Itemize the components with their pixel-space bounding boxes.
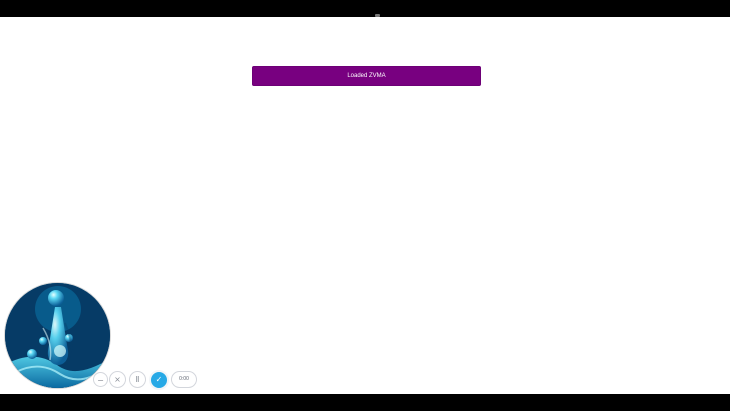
pause-recording-button[interactable]: Ⅱ [129,371,146,388]
minimize-icon: − [97,376,104,385]
primary-action-button[interactable]: Loaded ZVMA [252,66,481,86]
check-icon: ✓ [155,375,163,384]
recording-timer: 0:00 [171,371,197,388]
minimize-button[interactable]: − [93,372,108,387]
top-letterbox-bar [0,0,730,17]
close-icon: × [114,375,121,384]
cancel-recording-button[interactable]: × [109,371,126,388]
screen-recording-frame: Loaded ZVMA − × Ⅱ ✓ 0:00 [0,0,730,411]
recording-controls: − × Ⅱ ✓ 0:00 [93,370,201,390]
pause-icon: Ⅱ [135,375,140,384]
finish-recording-button[interactable]: ✓ [149,370,169,390]
bottom-letterbox-bar [0,394,730,411]
cursor-indicator [375,14,380,17]
